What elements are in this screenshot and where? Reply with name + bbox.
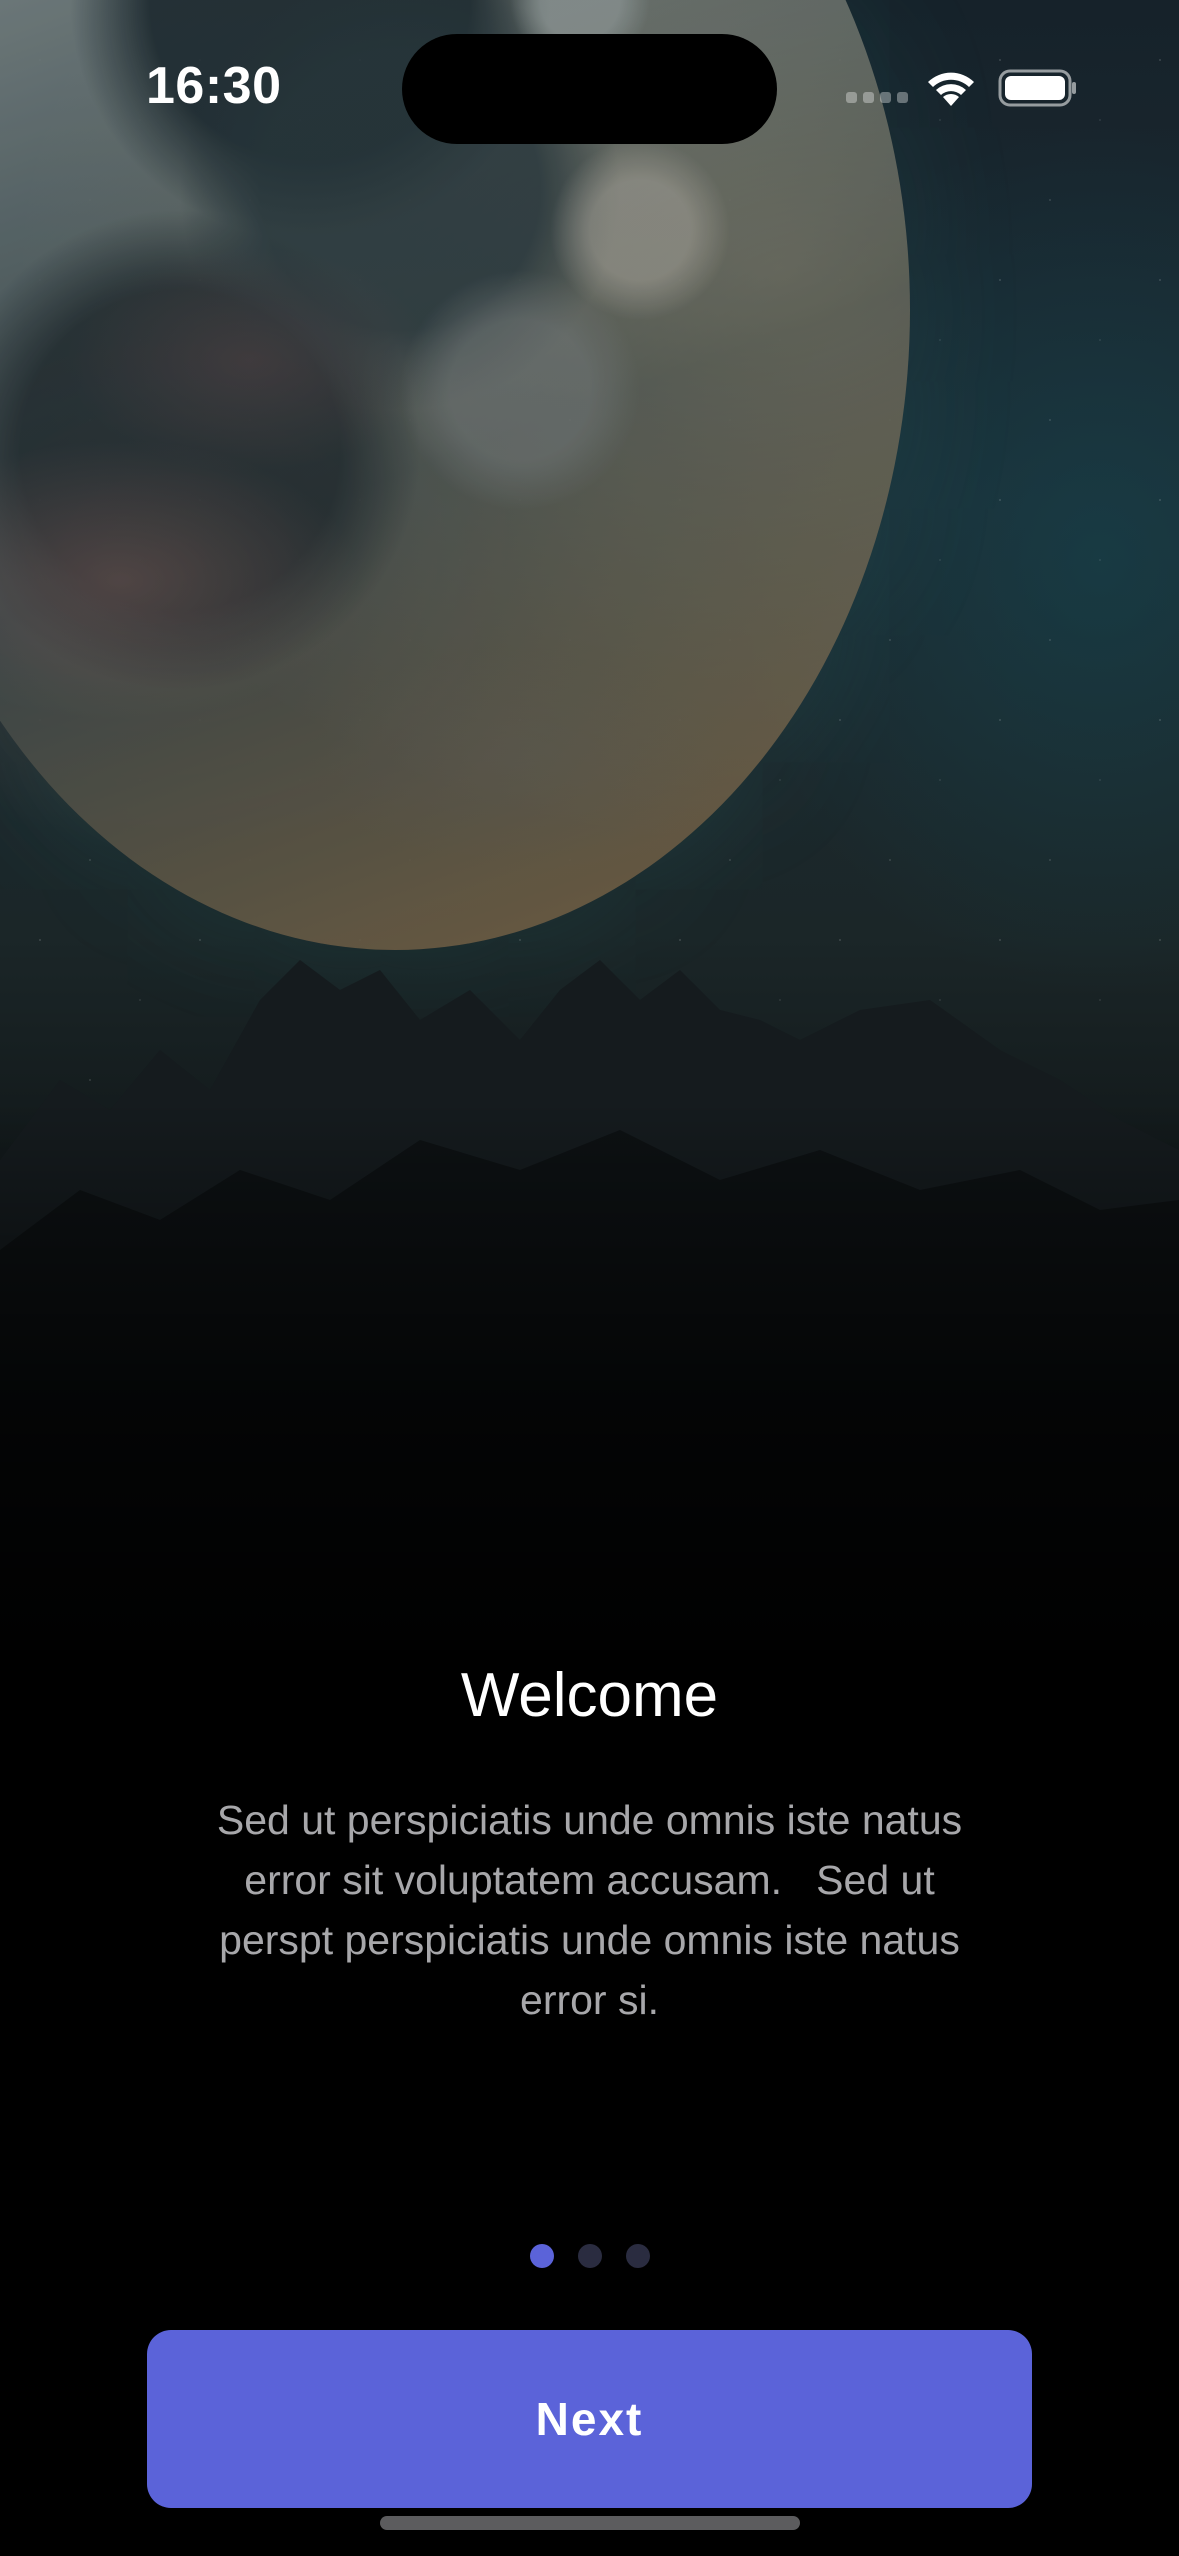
onboarding-title: Welcome xyxy=(460,1661,719,1730)
onboarding-description: Sed ut perspiciatis unde omnis iste natu… xyxy=(216,1797,963,2023)
wifi-icon xyxy=(928,72,974,106)
next-button[interactable]: Next xyxy=(147,2330,1032,2508)
onboarding-screen: 16:30 Welcome Sed ut perspiciatis unde o… xyxy=(0,0,1179,2556)
status-bar: 16:30 xyxy=(0,0,1179,170)
page-dot-3[interactable] xyxy=(625,2244,650,2268)
battery-icon xyxy=(998,69,1076,107)
page-indicator xyxy=(0,2244,1179,2268)
dynamic-island xyxy=(402,34,777,144)
signal-icon xyxy=(846,92,908,103)
page-dot-1[interactable] xyxy=(529,2244,554,2268)
nebula-clouds xyxy=(0,120,1179,1020)
home-indicator[interactable] xyxy=(380,2516,800,2530)
background-fade xyxy=(0,1100,1179,1700)
background-illustration xyxy=(0,0,1179,1700)
status-time: 16:30 xyxy=(146,57,282,115)
page-dot-2[interactable] xyxy=(577,2244,602,2268)
